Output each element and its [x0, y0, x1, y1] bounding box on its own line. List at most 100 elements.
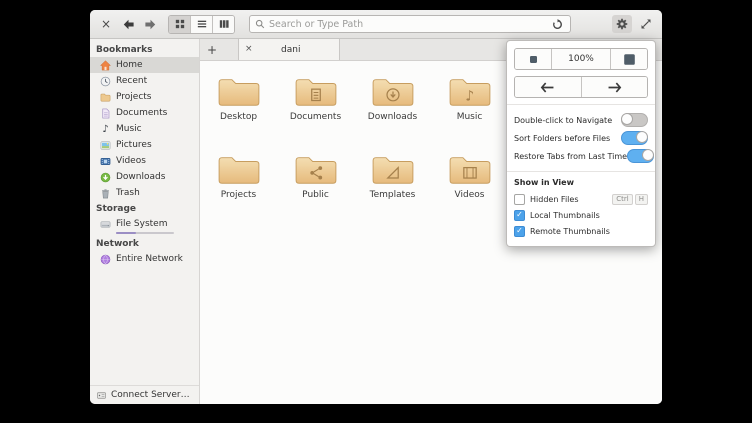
back-arrow-icon — [122, 19, 135, 30]
check-icon: ✓ — [516, 210, 523, 219]
tab-dani[interactable]: × dani — [238, 39, 340, 60]
folder-templates-icon — [370, 152, 416, 188]
folder-icon — [216, 152, 262, 188]
folder-downloads[interactable]: Downloads — [356, 74, 430, 152]
sort-folders-row: Sort Folders before Files — [514, 129, 648, 147]
local-thumbnails-row: ✓ Local Thumbnails — [514, 207, 648, 223]
filesystem-drive-icon — [100, 219, 111, 230]
toolbar: × — [90, 10, 662, 39]
checkbox-label: Local Thumbnails — [530, 210, 600, 220]
column-view-button[interactable] — [213, 15, 234, 33]
arrow-left-icon — [540, 82, 555, 93]
sidebar-item-home[interactable]: Home — [90, 57, 199, 73]
sidebar-item-pictures[interactable]: Pictures — [90, 137, 199, 153]
sidebar-item-entire-network[interactable]: Entire Network — [90, 251, 199, 267]
forward-arrow-icon — [144, 19, 157, 30]
separator — [507, 171, 655, 172]
column-view-icon — [219, 19, 229, 29]
sidebar-item-downloads[interactable]: Downloads — [90, 169, 199, 185]
server-icon — [96, 390, 107, 401]
view-switcher — [168, 14, 235, 34]
sidebar-item-projects[interactable]: Projects — [90, 89, 199, 105]
fullscreen-button[interactable] — [638, 15, 654, 33]
connect-server-label: Connect Server… — [111, 390, 190, 400]
grid-view-button[interactable] — [169, 15, 191, 33]
downloads-icon — [100, 172, 111, 183]
zoom-level-button[interactable]: 100% — [552, 49, 611, 69]
list-view-icon — [197, 19, 207, 29]
folder-label: Videos — [454, 190, 485, 200]
folder-share-icon — [293, 152, 339, 188]
folder-public[interactable]: Public — [279, 152, 353, 230]
double-click-navigate-toggle[interactable] — [621, 113, 648, 127]
switch-label: Double-click to Navigate — [514, 115, 613, 125]
file-manager-window: × Search or Type Path Bookmarks Home Rec… — [90, 10, 662, 404]
zoom-out-button[interactable] — [515, 49, 552, 69]
shortcut-badges: Ctrl H — [612, 193, 648, 205]
folder-label: Desktop — [219, 112, 258, 122]
sidebar-item-label: File System — [116, 219, 168, 229]
arrow-right-icon — [607, 82, 622, 93]
separator — [507, 104, 655, 105]
trash-icon — [100, 188, 111, 199]
tab-close-icon[interactable]: × — [245, 45, 253, 54]
folder-label: Music — [456, 112, 483, 122]
toggle-knob — [621, 113, 633, 125]
disk-usage-bar — [116, 231, 174, 234]
window-close-button[interactable]: × — [98, 15, 114, 33]
folder-projects[interactable]: Projects — [202, 152, 276, 230]
sidebar: Bookmarks Home Recent Projects Documents… — [90, 39, 200, 404]
sidebar-item-file-system[interactable]: File System — [90, 216, 199, 236]
connect-server-button[interactable]: Connect Server… — [90, 385, 199, 404]
folder-desktop[interactable]: Desktop — [202, 74, 276, 152]
sidebar-item-trash[interactable]: Trash — [90, 185, 199, 201]
toggle-knob — [642, 149, 655, 161]
folder-templates[interactable]: Templates — [356, 152, 430, 230]
zoom-in-button[interactable] — [611, 49, 647, 69]
sidebar-item-documents[interactable]: Documents — [90, 105, 199, 121]
forward-button[interactable] — [142, 15, 158, 33]
sidebar-item-videos[interactable]: Videos — [90, 153, 199, 169]
folder-videos[interactable]: Videos — [433, 152, 507, 230]
history-back-button[interactable] — [515, 77, 582, 97]
folder-label: Downloads — [367, 112, 418, 122]
refresh-icon[interactable] — [549, 15, 565, 33]
folder-documents[interactable]: Documents — [279, 74, 353, 152]
ctrl-key-badge: Ctrl — [612, 193, 633, 205]
music-note-icon: ♪ — [102, 123, 109, 135]
folder-label: Templates — [369, 190, 416, 200]
search-input[interactable] — [269, 18, 545, 30]
history-forward-button[interactable] — [581, 77, 647, 97]
settings-menu-button[interactable] — [612, 15, 632, 33]
grid-view-icon — [175, 19, 185, 29]
svg-text:♪: ♪ — [465, 89, 474, 105]
local-thumbnails-checkbox[interactable]: ✓ — [514, 209, 525, 221]
search-icon — [255, 19, 265, 29]
folder-label: Public — [302, 190, 329, 200]
sort-folders-toggle[interactable] — [621, 131, 648, 145]
folder-music[interactable]: ♪ Music — [433, 74, 507, 152]
settings-popover: 100% Double-click to Navigate Sort Folde… — [506, 40, 656, 247]
switch-label: Restore Tabs from Last Time — [514, 151, 628, 161]
close-icon: × — [100, 17, 112, 31]
home-icon — [100, 59, 111, 71]
sidebar-section-storage: Storage — [96, 204, 137, 214]
checkbox-label: Hidden Files — [530, 194, 579, 204]
hidden-files-checkbox[interactable]: ✓ — [514, 193, 525, 205]
h-key-badge: H — [634, 193, 648, 205]
remote-thumbnails-checkbox[interactable]: ✓ — [514, 225, 525, 237]
list-view-button[interactable] — [191, 15, 213, 33]
tab-label: dani — [281, 44, 301, 55]
back-button[interactable] — [120, 15, 136, 33]
sidebar-item-label: Music — [116, 124, 142, 134]
new-tab-button[interactable]: + — [200, 39, 224, 60]
expand-icon — [640, 18, 652, 30]
restore-tabs-toggle[interactable] — [627, 149, 655, 163]
folder-music-icon: ♪ — [447, 74, 493, 110]
sidebar-item-recent[interactable]: Recent — [90, 73, 199, 89]
sidebar-item-music[interactable]: ♪ Music — [90, 121, 199, 137]
double-click-navigate-row: Double-click to Navigate — [514, 111, 648, 129]
check-icon: ✓ — [516, 226, 523, 235]
sidebar-item-label: Downloads — [116, 172, 166, 182]
folder-videos-icon — [447, 152, 493, 188]
